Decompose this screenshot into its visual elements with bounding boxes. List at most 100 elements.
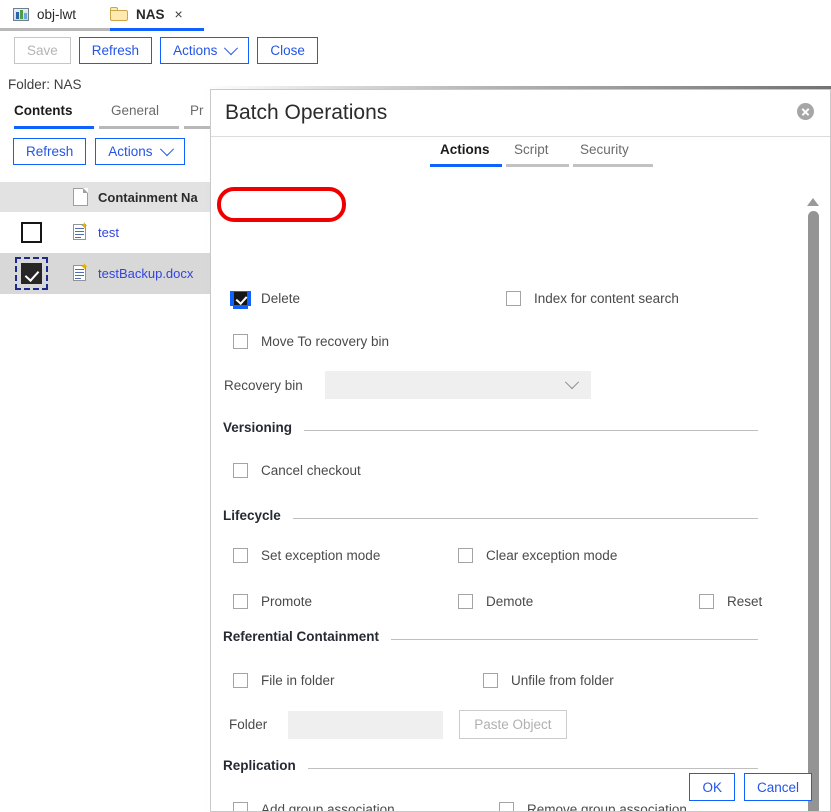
reset-label: Reset (727, 594, 763, 609)
scrollbar-thumb[interactable] (808, 211, 819, 811)
reset-checkbox[interactable] (699, 594, 714, 609)
document-icon: ✦ (72, 263, 89, 283)
main-tab-obj-lwt[interactable]: obj-lwt (13, 0, 76, 28)
index-for-content-search-checkbox[interactable] (506, 291, 521, 306)
file-in-folder-checkbox[interactable] (233, 673, 248, 688)
index-for-content-search-row: Index for content search (506, 291, 679, 306)
row-icon-cell: ✦ (62, 263, 98, 283)
section-divider (391, 639, 758, 640)
index-for-content-search-label: Index for content search (534, 291, 679, 306)
cancel-checkout-label: Cancel checkout (261, 463, 361, 478)
ok-button[interactable]: OK (689, 773, 735, 801)
section-divider (292, 518, 758, 519)
save-button-label: Save (27, 43, 58, 58)
paste-object-button: Paste Object (459, 710, 567, 739)
tab-security[interactable]: Security (580, 142, 629, 157)
main-tab-label: obj-lwt (37, 6, 77, 22)
cancel-checkout-checkbox[interactable] (233, 463, 248, 478)
section-referential-containment-title: Referential Containment (223, 629, 380, 644)
remove-group-association-checkbox[interactable] (499, 802, 514, 811)
section-replication-title: Replication (223, 758, 296, 773)
dialog-tab-indicator-actions (430, 164, 502, 167)
row-select-cell (0, 222, 62, 243)
cancel-checkout-row: Cancel checkout (233, 463, 361, 478)
move-to-recovery-bin-label: Move To recovery bin (261, 334, 390, 349)
dialog-body: Delete Index for content search Move To … (211, 172, 830, 811)
document-icon: ✦ (72, 222, 89, 242)
recovery-bin-label: Recovery bin (224, 377, 303, 393)
contents-actions-button[interactable]: Actions (95, 138, 185, 165)
primary-toolbar: Save Refresh Actions Close (14, 37, 318, 64)
add-group-association-label: Add group association (261, 802, 395, 812)
tab-actions[interactable]: Actions (440, 142, 490, 157)
actions-menu-button[interactable]: Actions (160, 37, 250, 64)
remove-group-association-row: Remove group association (499, 802, 687, 812)
active-tab-indicator (110, 28, 204, 31)
chevron-down-icon (159, 141, 174, 156)
demote-checkbox[interactable] (458, 594, 473, 609)
dialog-tab-indicator-script (506, 164, 569, 167)
clear-exception-mode-row: Clear exception mode (458, 548, 617, 563)
close-icon[interactable]: × (175, 7, 183, 21)
close-button[interactable]: Close (257, 37, 318, 64)
folder-icon (110, 6, 129, 22)
row-icon-cell: ✦ (62, 222, 98, 242)
promote-row: Promote (233, 594, 312, 609)
move-to-recovery-bin-row: Move To recovery bin (233, 334, 389, 349)
subtab-indicator-contents (14, 126, 94, 129)
batch-operations-dialog: Batch Operations Actions Script Security… (210, 89, 831, 812)
folder-path-label: Folder: NAS (8, 77, 82, 92)
row-checkbox[interactable] (20, 222, 42, 243)
row-checkbox[interactable] (14, 257, 48, 290)
folder-input[interactable] (288, 710, 444, 739)
recovery-bin-select[interactable] (324, 371, 591, 399)
folder-field-row: Folder Paste Object (229, 710, 567, 739)
move-to-recovery-bin-checkbox[interactable] (233, 334, 248, 349)
subtab-indicator-general (99, 126, 179, 129)
folder-label: Folder (229, 717, 268, 732)
delete-checkbox-row: Delete (233, 291, 300, 306)
row-select-cell (0, 257, 62, 290)
header-cell-icon (62, 188, 98, 206)
dialog-scrollbar[interactable] (806, 198, 821, 811)
tab-underline-inactive (0, 28, 99, 31)
delete-checkbox[interactable] (233, 291, 248, 306)
page-icon (72, 188, 88, 206)
tab-properties[interactable]: Pr (190, 103, 204, 118)
main-tab-nas[interactable]: NAS × (110, 0, 183, 28)
triangle-up-icon[interactable] (807, 198, 819, 206)
demote-row: Demote (458, 594, 533, 609)
refresh-button[interactable]: Refresh (78, 37, 153, 64)
cancel-button[interactable]: Cancel (743, 773, 812, 801)
file-in-folder-label: File in folder (261, 673, 335, 688)
dialog-title: Batch Operations (225, 101, 388, 124)
promote-checkbox[interactable] (233, 594, 248, 609)
file-in-folder-row: File in folder (233, 673, 335, 688)
paste-object-label: Paste Object (474, 717, 552, 732)
dialog-tab-strip: Actions Script Security (211, 136, 830, 169)
tab-contents[interactable]: Contents (14, 103, 73, 118)
section-lifecycle-header: Lifecycle (223, 508, 758, 523)
chart-object-icon (13, 7, 30, 22)
chevron-down-icon (224, 40, 239, 55)
refresh-button-label: Refresh (91, 43, 140, 58)
clear-exception-mode-checkbox[interactable] (458, 548, 473, 563)
tab-script[interactable]: Script (514, 142, 549, 157)
close-circle-icon[interactable] (797, 103, 814, 120)
main-tab-strip: obj-lwt NAS × (0, 0, 831, 31)
add-group-association-row: Add group association (233, 802, 395, 812)
contents-refresh-button[interactable]: Refresh (13, 138, 87, 165)
section-referential-containment-header: Referential Containment (223, 629, 758, 644)
tab-general[interactable]: General (111, 103, 159, 118)
dialog-titlebar: Batch Operations (211, 90, 830, 137)
delete-label: Delete (261, 291, 301, 306)
set-exception-mode-label: Set exception mode (261, 548, 381, 563)
set-exception-mode-checkbox[interactable] (233, 548, 248, 563)
main-tab-label: NAS (136, 6, 165, 22)
unfile-from-folder-checkbox[interactable] (483, 673, 498, 688)
remove-group-association-label: Remove group association (527, 802, 687, 812)
clear-exception-mode-label: Clear exception mode (486, 548, 618, 563)
unfile-from-folder-label: Unfile from folder (511, 673, 614, 688)
ok-button-label: OK (702, 779, 722, 795)
add-group-association-checkbox[interactable] (233, 802, 248, 811)
